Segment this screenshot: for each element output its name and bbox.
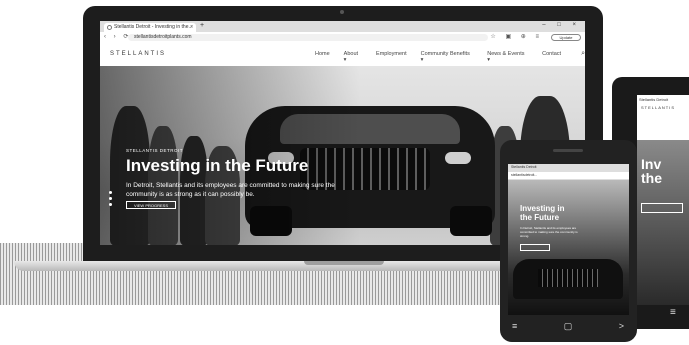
browser-tab-title: Stellantis Detroit - Investing in the... — [114, 24, 193, 30]
phone-jeep-grille — [538, 269, 598, 287]
site-menu: Home About ▾ Employment Community Benefi… — [315, 50, 585, 63]
laptop-notch — [304, 261, 384, 265]
tablet-tab-title: Stellantis Detroit — [639, 97, 669, 102]
laptop-camera — [340, 10, 344, 14]
phone-screen: Stellantis Detroit stellantisdetroit... — [508, 164, 629, 315]
tablet-screen: Stellantis Detroit STELLANTIS Inv the — [637, 95, 689, 305]
hero-title: Investing in the Future — [126, 156, 309, 175]
headlight-right — [445, 152, 471, 164]
menu-item-contact[interactable]: Contact — [542, 51, 561, 63]
hero-cta-button[interactable]: VIEW PROGRESS — [126, 201, 176, 209]
phone-back-icon[interactable]: > — [619, 321, 624, 332]
phone-title-line1: Investing in — [520, 204, 565, 213]
new-tab-button[interactable]: + — [200, 22, 204, 29]
window-controls[interactable]: – □ × — [542, 22, 581, 28]
phone-url-field[interactable]: stellantisdetroit... — [508, 172, 629, 180]
menu-item-home[interactable]: Home — [315, 51, 330, 63]
hero-eyebrow: STELLANTIS DETROIT — [126, 148, 184, 153]
wheel-right — [450, 206, 492, 236]
tablet-menu-icon[interactable]: ≡ — [670, 307, 676, 318]
menu-item-employment[interactable]: Employment — [376, 51, 407, 63]
phone-hero-subtitle: In Detroit, Stellantis and its employees… — [520, 226, 578, 238]
favicon-icon — [107, 25, 112, 30]
browser-tab-bar: Stellantis Detroit - Investing in the...… — [100, 21, 585, 32]
tablet-cta-button[interactable] — [641, 203, 683, 213]
slider-dots[interactable] — [109, 191, 112, 206]
tablet-logo: STELLANTIS — [641, 105, 676, 110]
tablet-title-line2: the — [641, 170, 662, 186]
slider-dot[interactable] — [109, 191, 112, 194]
extension-icons[interactable]: ☆ ▣ ⊕ ≡ — [490, 33, 543, 40]
phone-hero-title: Investing in the Future — [520, 204, 564, 222]
phone-speaker — [553, 149, 583, 152]
site-logo[interactable]: STELLANTIS — [110, 51, 166, 57]
browser-tab[interactable]: Stellantis Detroit - Investing in the...… — [104, 23, 196, 32]
phone-tab-title: Stellantis Detroit — [508, 164, 629, 172]
hero-subtitle: In Detroit, Stellantis and its employees… — [126, 182, 335, 198]
slider-dot[interactable] — [109, 203, 112, 206]
menu-item-news-events[interactable]: News & Events ▾ — [487, 51, 528, 63]
phone-nav-bar: ≡ ▢ > — [512, 321, 624, 332]
menu-item-about[interactable]: About ▾ — [344, 51, 362, 63]
phone-menu-icon[interactable]: ≡ — [512, 321, 517, 332]
phone-title-line2: the Future — [520, 213, 560, 222]
url-field[interactable]: stellantisdetroitplants.com — [128, 34, 488, 41]
update-button[interactable]: Update — [551, 34, 581, 41]
phone-cta-button[interactable] — [520, 244, 550, 251]
slider-dot[interactable] — [109, 197, 112, 200]
phone-home-icon[interactable]: ▢ — [564, 321, 573, 332]
tab-close-icon[interactable]: × — [190, 23, 193, 32]
menu-item-community-benefits[interactable]: Community Benefits ▾ — [421, 51, 474, 63]
search-icon[interactable]: ⌕ — [581, 50, 585, 63]
tablet-hero-title: Inv the — [641, 157, 662, 185]
site-header: STELLANTIS Home About ▾ Employment Commu… — [100, 43, 585, 67]
